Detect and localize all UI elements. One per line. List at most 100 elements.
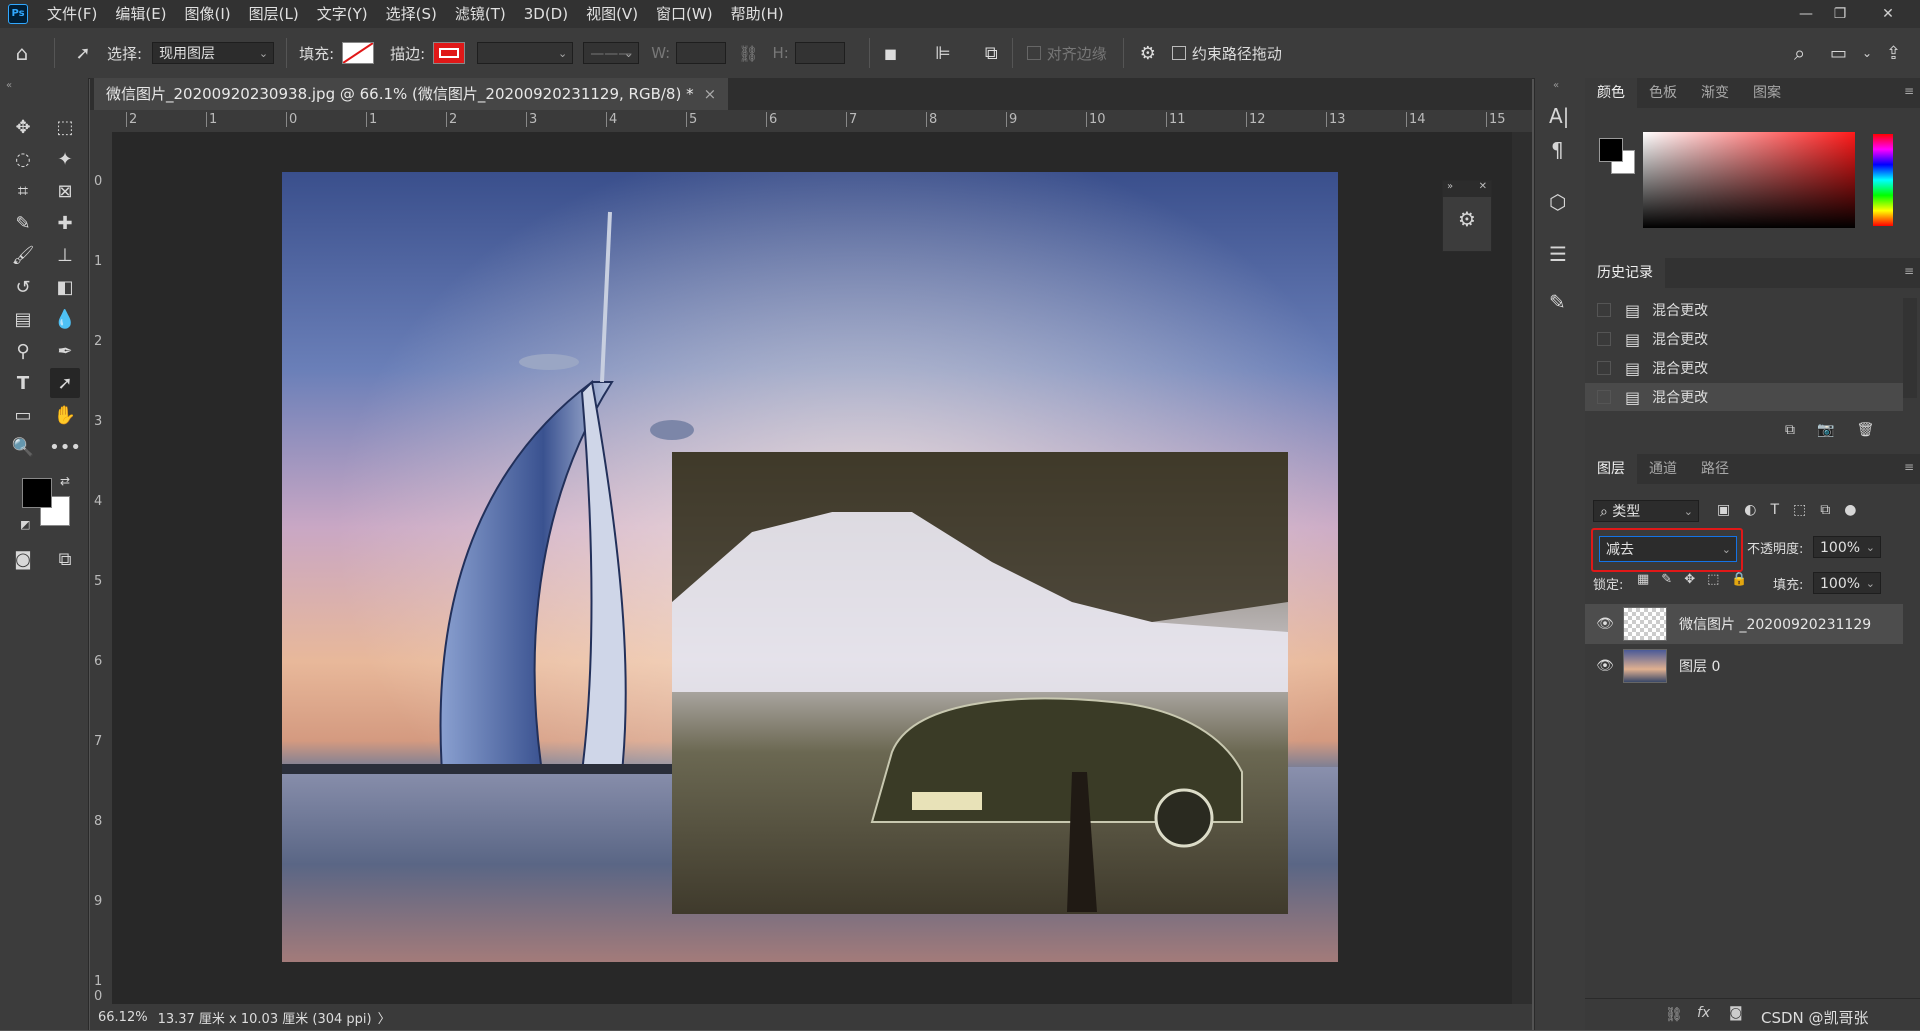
character-panel-icon[interactable]: A|: [1549, 104, 1569, 128]
vertical-ruler[interactable]: 0 1 2 3 4 5 6 7 8 9 1 0: [90, 132, 113, 1004]
history-item[interactable]: ▤ 混合更改: [1585, 383, 1903, 411]
type-filter-icon[interactable]: T: [1770, 502, 1779, 518]
history-panel-menu-icon[interactable]: ≡: [1904, 264, 1914, 278]
more-tools-icon[interactable]: •••: [49, 432, 81, 462]
adjustments-panel-icon[interactable]: ☰: [1549, 242, 1567, 266]
history-brush-tool-icon[interactable]: ↺: [8, 272, 38, 302]
3d-panel-icon[interactable]: ⬡: [1549, 190, 1566, 214]
layers-panel-tab[interactable]: 图层: [1585, 454, 1637, 484]
adjustment-filter-icon[interactable]: ◐: [1744, 502, 1756, 518]
foreground-color-swatch-panel[interactable]: [1599, 138, 1623, 162]
history-tab[interactable]: 历史记录: [1585, 258, 1665, 288]
height-input[interactable]: [794, 42, 845, 64]
history-item[interactable]: ▤ 混合更改: [1585, 354, 1903, 382]
close-panel-icon[interactable]: ✕: [1479, 181, 1487, 197]
color-field[interactable]: [1643, 132, 1855, 228]
hue-slider[interactable]: [1873, 134, 1893, 226]
move-tool-icon[interactable]: ✥: [8, 112, 38, 142]
stroke-type-dropdown[interactable]: ——— ⌄: [583, 42, 640, 64]
share-icon[interactable]: ⇪: [1886, 43, 1901, 64]
default-colors-icon[interactable]: ◩: [20, 518, 30, 531]
home-icon[interactable]: ⌂: [0, 41, 44, 65]
brush-settings-icon[interactable]: ✎: [1549, 290, 1566, 314]
rectangle-tool-icon[interactable]: ▭: [8, 400, 38, 430]
color-panel-menu-icon[interactable]: ≡: [1904, 84, 1914, 98]
history-brush-source-checkbox[interactable]: [1597, 303, 1611, 317]
path-alignment-icon[interactable]: ⊫: [935, 43, 951, 64]
layer-filter-dropdown[interactable]: ⌕ 类型 ⌄: [1593, 500, 1699, 522]
history-brush-source-checkbox[interactable]: [1597, 361, 1611, 375]
blur-tool-icon[interactable]: 💧: [50, 304, 80, 334]
history-brush-source-checkbox[interactable]: [1597, 390, 1611, 404]
layer-visibility-eye-icon[interactable]: 👁: [1591, 616, 1619, 632]
eyedropper-tool-icon[interactable]: ✎: [8, 208, 38, 238]
width-input[interactable]: [676, 42, 727, 64]
fill-input[interactable]: 100% ⌄: [1813, 572, 1881, 594]
pen-tool-icon[interactable]: ✒: [50, 336, 80, 366]
layer-mask-icon[interactable]: ◙: [1729, 1005, 1743, 1021]
properties-icon[interactable]: ⚙: [1443, 197, 1491, 241]
lock-all-icon[interactable]: 🔒: [1731, 572, 1747, 587]
link-icon[interactable]: ⛓: [738, 44, 758, 63]
path-arrangement-icon[interactable]: ⧉: [985, 43, 998, 64]
menu-item[interactable]: 帮助(H): [722, 0, 793, 28]
document-tab[interactable]: 微信图片_20200920230938.jpg @ 66.1% (微信图片_20…: [94, 78, 729, 110]
smart-object-filter-icon[interactable]: ⧉: [1820, 502, 1830, 518]
zoom-level[interactable]: 66.12%: [98, 1010, 148, 1025]
status-menu-icon[interactable]: 〉: [378, 1008, 391, 1027]
menu-item[interactable]: 文件(F): [38, 0, 106, 28]
color-panel-tab[interactable]: 渐变: [1689, 78, 1741, 108]
hand-tool-icon[interactable]: ✋: [50, 400, 80, 430]
ruler-origin[interactable]: [90, 110, 112, 132]
collapse-icon[interactable]: «: [6, 80, 12, 91]
lasso-tool-icon[interactable]: ◌: [8, 144, 38, 174]
opacity-input[interactable]: 100% ⌄: [1813, 536, 1881, 558]
foreground-color-swatch[interactable]: [22, 478, 52, 508]
restore-icon[interactable]: ❐: [1820, 0, 1860, 28]
lock-pixels-icon[interactable]: ✎: [1661, 572, 1672, 587]
close-tab-icon[interactable]: ×: [704, 78, 717, 110]
layer-visibility-eye-icon[interactable]: 👁: [1591, 658, 1619, 674]
layer-name[interactable]: 微信图片 _20200920231129: [1679, 614, 1871, 634]
crop-tool-icon[interactable]: ⌗: [8, 176, 38, 206]
align-edges-checkbox[interactable]: [1026, 46, 1041, 60]
history-item[interactable]: ▤ 混合更改: [1585, 325, 1903, 353]
menu-item[interactable]: 选择(S): [377, 0, 446, 28]
shape-filter-icon[interactable]: ⬚: [1793, 502, 1806, 518]
fx-icon[interactable]: fx: [1697, 1005, 1710, 1021]
color-panel-tab[interactable]: 颜色: [1585, 78, 1637, 108]
layer-name[interactable]: 图层 0: [1679, 656, 1720, 676]
stroke-swatch[interactable]: [433, 42, 466, 64]
blend-mode-dropdown[interactable]: 减去 ⌄: [1599, 536, 1737, 562]
workspace-chevron-icon[interactable]: ⌄: [1862, 46, 1872, 60]
type-tool-icon[interactable]: T: [8, 368, 38, 398]
constrain-path-checkbox[interactable]: [1171, 46, 1186, 60]
healing-brush-tool-icon[interactable]: ✚: [50, 208, 80, 238]
menu-item[interactable]: 3D(D): [515, 0, 577, 28]
brush-tool-icon[interactable]: 🖌: [8, 240, 38, 270]
layers-panel-tab[interactable]: 路径: [1689, 454, 1741, 484]
screen-mode-icon[interactable]: ⧉: [50, 544, 80, 574]
clone-stamp-tool-icon[interactable]: ⊥: [50, 240, 80, 270]
canvas-area[interactable]: » ✕ ⚙: [112, 132, 1512, 1004]
direct-selection-tool-icon[interactable]: ➚: [50, 368, 80, 398]
layers-panel-menu-icon[interactable]: ≡: [1904, 460, 1914, 474]
gear-icon[interactable]: ⚙: [1140, 43, 1156, 64]
trash-icon[interactable]: 🗑: [1856, 422, 1874, 438]
color-panel-tab[interactable]: 色板: [1637, 78, 1689, 108]
paragraph-panel-icon[interactable]: ¶: [1551, 138, 1564, 162]
snapshot-camera-icon[interactable]: 📷: [1817, 422, 1834, 438]
menu-item[interactable]: 文字(Y): [308, 0, 377, 28]
menu-item[interactable]: 滤镜(T): [446, 0, 515, 28]
history-scrollbar[interactable]: [1903, 298, 1917, 398]
pixel-filter-icon[interactable]: ▣: [1717, 502, 1730, 518]
expand-panel-icon[interactable]: »: [1447, 181, 1453, 197]
lock-artboard-icon[interactable]: ⬚: [1707, 572, 1719, 587]
layers-panel-tab[interactable]: 通道: [1637, 454, 1689, 484]
close-window-icon[interactable]: ✕: [1868, 0, 1908, 28]
menu-item[interactable]: 编辑(E): [106, 0, 175, 28]
workspace-icon[interactable]: ▭: [1830, 43, 1847, 64]
menu-item[interactable]: 图层(L): [240, 0, 308, 28]
collapse-strip-icon[interactable]: «: [1553, 80, 1559, 91]
menu-item[interactable]: 窗口(W): [647, 0, 722, 28]
